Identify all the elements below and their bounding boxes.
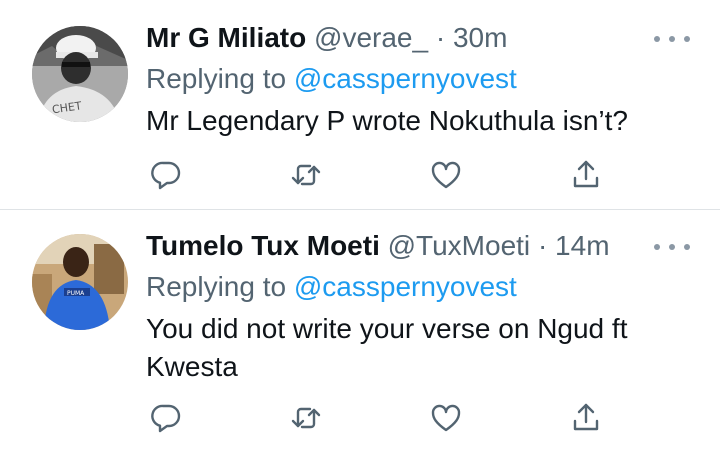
heart-icon — [431, 404, 461, 432]
reply-button[interactable] — [146, 155, 186, 195]
timestamp[interactable]: 14m — [555, 230, 609, 261]
timestamp[interactable]: 30m — [453, 22, 507, 53]
retweet-button[interactable] — [286, 398, 326, 438]
retweet-icon — [291, 164, 321, 186]
replying-prefix: Replying to — [146, 271, 287, 302]
mention-link[interactable]: @casspernyovest — [294, 63, 517, 94]
separator-dot: · — [435, 22, 446, 53]
tweet-header: Mr G Miliato @verae_ · 30m — [146, 18, 690, 58]
like-button[interactable] — [426, 155, 466, 195]
user-handle[interactable]: @verae_ — [314, 22, 428, 53]
user-handle[interactable]: @TuxMoeti — [388, 230, 531, 261]
share-button[interactable] — [566, 398, 606, 438]
like-button[interactable] — [426, 398, 466, 438]
retweet-button[interactable] — [286, 155, 326, 195]
tweet-header: Tumelo Tux Moeti @TuxMoeti · 14m — [146, 226, 690, 266]
replying-to: Replying to @casspernyovest — [146, 268, 690, 306]
reply-icon — [151, 404, 181, 433]
tweet-content: Mr G Miliato @verae_ · 30m Replying to @… — [146, 18, 690, 140]
tweet-text: Mr Legendary P wrote Nokuthula isn’t? — [146, 105, 628, 136]
tweet-content: Tumelo Tux Moeti @TuxMoeti · 14m Replyin… — [146, 226, 690, 386]
share-button[interactable] — [566, 155, 606, 195]
heart-icon — [431, 161, 461, 189]
retweet-icon — [291, 407, 321, 429]
separator-dot: · — [537, 230, 548, 261]
tweet-text: You did not write your verse on Ngud ft … — [146, 313, 628, 382]
more-icon[interactable] — [654, 32, 690, 46]
share-icon — [573, 160, 599, 188]
mention-link[interactable]: @casspernyovest — [294, 271, 517, 302]
tweet-actions — [146, 398, 606, 438]
display-name[interactable]: Mr G Miliato — [146, 22, 306, 53]
replying-to: Replying to @casspernyovest — [146, 60, 690, 98]
share-icon — [573, 403, 599, 431]
reply-button[interactable] — [146, 398, 186, 438]
avatar[interactable]: PUMA — [32, 234, 128, 330]
display-name[interactable]: Tumelo Tux Moeti — [146, 230, 380, 261]
tweet-actions — [146, 155, 606, 195]
avatar[interactable]: CHET — [32, 26, 128, 122]
reply-icon — [151, 161, 181, 190]
more-icon[interactable] — [654, 240, 690, 254]
replying-prefix: Replying to — [146, 63, 287, 94]
tweet[interactable]: CHET Mr G Miliato @verae_ · 30m Replying… — [0, 0, 720, 210]
avatar-shirt-text: PUMA — [67, 290, 85, 297]
